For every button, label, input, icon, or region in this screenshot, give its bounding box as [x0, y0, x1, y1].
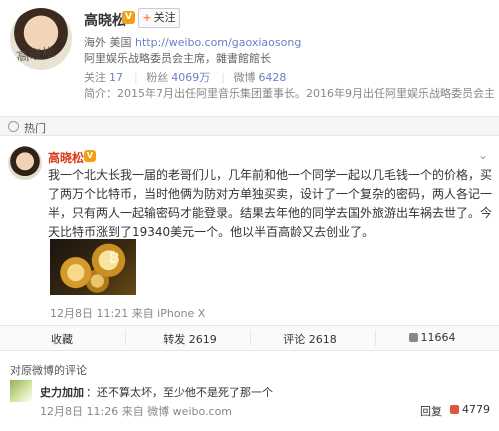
post-text: 我一个北大长我一届的老哥们儿，几年前和他一个同学一起以几毛钱一个的价格，买了两万… — [48, 168, 493, 239]
profile-url-link[interactable]: http://weibo.com/gaoxiaosong — [135, 36, 301, 49]
post-timestamp[interactable]: 12月8日 11:21 来自 iPhone X — [50, 305, 205, 321]
like-count: 11664 — [420, 331, 456, 344]
follow-button[interactable]: + 关注 — [138, 8, 180, 28]
thumb-up-icon — [408, 333, 418, 342]
post-author-avatar[interactable] — [8, 146, 42, 180]
collect-button[interactable]: 收藏 — [40, 331, 84, 347]
follow-label: 关注 — [153, 11, 176, 24]
fans-count[interactable]: 4069万 — [171, 71, 210, 84]
hot-bar — [0, 116, 499, 136]
profile-title: 阿里娱乐战略委员会主席，雜書館館长 — [84, 52, 271, 65]
commenter-name[interactable]: 史力加加 — [40, 384, 84, 400]
profile-name[interactable]: 高晓松 — [84, 10, 126, 30]
follow-count-label[interactable]: 关注 — [84, 71, 106, 84]
action-divider — [250, 330, 251, 346]
hot-label: 热门 — [24, 122, 46, 135]
location-text: 海外 美国 — [84, 36, 132, 49]
verified-icon: V — [84, 150, 96, 162]
chevron-down-icon[interactable]: ⌄ — [478, 148, 488, 162]
fire-icon — [8, 121, 19, 132]
action-divider — [125, 330, 126, 346]
commenter-avatar[interactable] — [10, 380, 32, 402]
post-author-name[interactable]: 高晓松 — [48, 149, 84, 166]
thumb-up-icon — [450, 405, 459, 414]
comment-like-button[interactable]: 4779 — [450, 403, 490, 416]
repost-button[interactable]: 转发 2619 — [150, 331, 230, 347]
like-button[interactable]: 11664 — [400, 331, 464, 344]
weibo-count-label[interactable]: 微博 — [233, 71, 255, 84]
fans-count-label[interactable]: 粉丝 — [146, 71, 168, 84]
comment-meta: 12月8日 11:26 来自 微博 weibo.com — [40, 405, 233, 418]
profile-intro: 简介：2015年7月出任阿里音乐集团董事长。2016年9月出任阿里娱乐战略委员会… — [84, 87, 494, 100]
weibo-count[interactable]: 6428 — [258, 71, 286, 84]
comments-section-label: 对原微博的评论 — [10, 364, 87, 377]
profile-stats: 关注 17 | 粉丝 4069万 | 微博 6428 — [84, 71, 287, 84]
comment-button[interactable]: 评论 2618 — [270, 331, 350, 347]
comment-text: ：还不算太坏，至少他不是死了那一个 — [86, 386, 273, 399]
bitcoin-symbol: ₿ — [108, 250, 120, 266]
follow-count[interactable]: 17 — [109, 71, 123, 84]
plus-icon: + — [142, 11, 152, 24]
action-divider — [375, 330, 376, 346]
comment-reply-button[interactable]: 回复 — [420, 403, 442, 419]
post-image[interactable]: ₿ — [50, 239, 136, 295]
avatar-signature: 高晓松 — [15, 45, 57, 66]
profile-location: 海外 美国 http://weibo.com/gaoxiaosong — [84, 34, 301, 50]
profile-avatar[interactable]: 高晓松 — [10, 8, 72, 70]
verified-icon: V — [122, 11, 135, 24]
comment-like-count: 4779 — [462, 403, 490, 416]
